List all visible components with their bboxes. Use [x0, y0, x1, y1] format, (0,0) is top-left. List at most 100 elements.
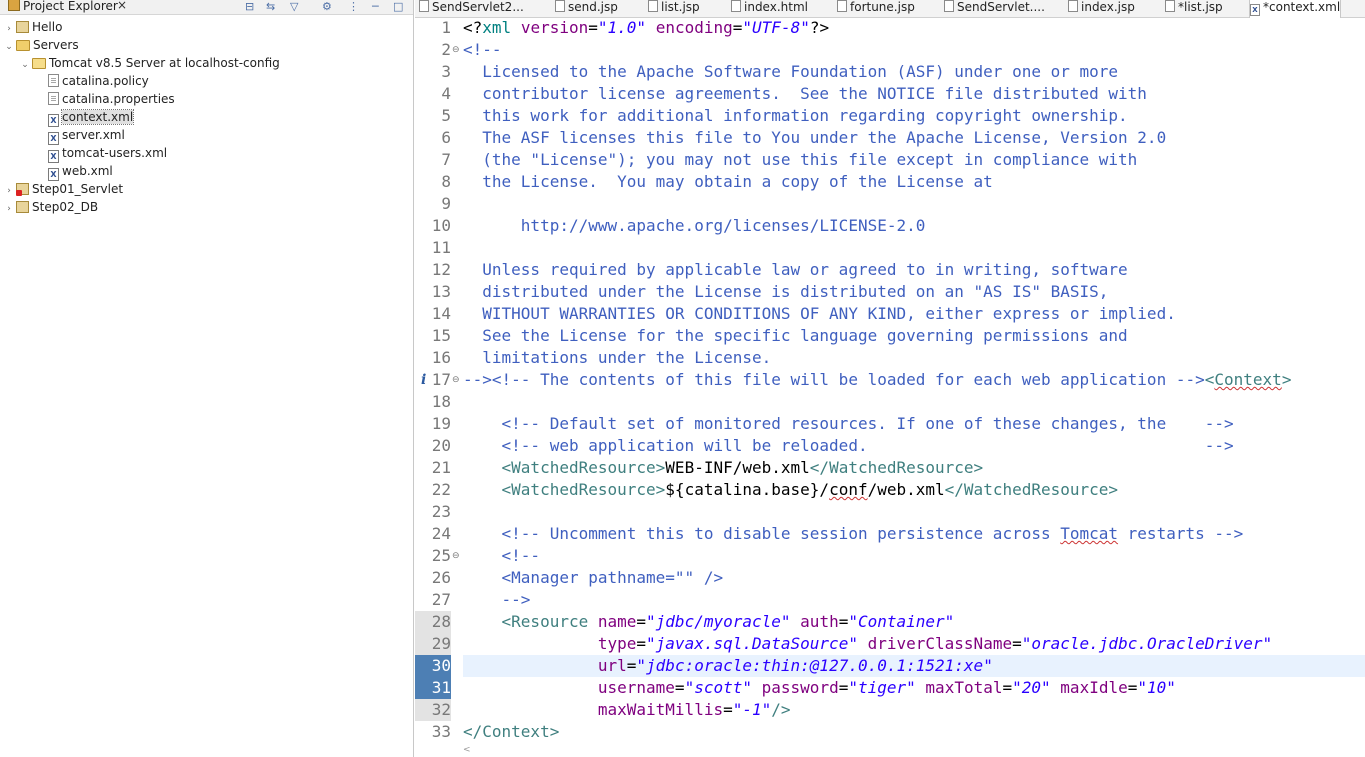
editor-tab[interactable]: send.jsp — [555, 0, 618, 17]
close-icon[interactable]: × — [117, 0, 127, 12]
expanded-chevron-icon[interactable]: ⌄ — [20, 56, 30, 74]
expanded-chevron-icon[interactable]: ⌄ — [4, 38, 14, 56]
code-line[interactable]: <WatchedResource>${catalina.base}/conf/w… — [463, 479, 1119, 501]
code-line[interactable]: distributed under the License is distrib… — [463, 281, 1108, 303]
tree-item[interactable]: › Hello — [4, 18, 62, 36]
code-token: (the "License"); you may not use this fi… — [463, 150, 1138, 169]
editor-tab[interactable]: SendServlet.... — [944, 0, 1045, 17]
line-number: 30 — [415, 655, 451, 677]
tree-item[interactable]: › Step01_Servlet — [4, 180, 123, 198]
code-line[interactable]: <?xml version="1.0" encoding="UTF-8"?> — [463, 17, 829, 39]
editor-tab[interactable]: fortune.jsp — [837, 0, 915, 17]
code-line[interactable]: <!-- web application will be reloaded. -… — [463, 435, 1234, 457]
code-line[interactable]: url="jdbc:oracle:thin:@127.0.0.1:1521:xe… — [463, 655, 993, 677]
editor-tab[interactable]: list.jsp — [648, 0, 700, 17]
tree-item[interactable]: catalina.policy — [36, 72, 149, 90]
line-number: 1 — [441, 18, 451, 37]
code-line[interactable]: limitations under the License. — [463, 347, 771, 369]
horizontal-scrollbar[interactable]: < — [463, 743, 1365, 757]
scroll-left-icon[interactable]: < — [463, 745, 471, 755]
code-line[interactable]: Licensed to the Apache Software Foundati… — [463, 61, 1118, 83]
code-token: The ASF licenses this file to You under … — [463, 128, 1167, 147]
code-line[interactable]: <!-- Default set of monitored resources.… — [463, 413, 1234, 435]
code-line[interactable]: </Context> — [463, 721, 559, 743]
fold-toggle-icon[interactable]: ⊖ — [452, 545, 460, 567]
code-token: this work for additional information reg… — [463, 106, 1128, 125]
code-line[interactable]: <!-- — [463, 545, 541, 567]
code-line[interactable]: Unless required by applicable law or agr… — [463, 259, 1127, 281]
code-line[interactable]: --><!-- The contents of this file will b… — [463, 369, 1291, 391]
collapse-all-icon[interactable]: ⊟ — [245, 0, 254, 13]
jsp-file-icon — [1068, 0, 1078, 12]
editor-tab-label: *context.xml — [1263, 0, 1341, 14]
fold-toggle-icon[interactable]: ⊖ — [452, 39, 460, 61]
line-number: 19 — [431, 414, 451, 433]
folder-icon — [16, 40, 30, 51]
code-line[interactable]: (the "License"); you may not use this fi… — [463, 149, 1137, 171]
xml-file-icon: X — [1250, 4, 1260, 16]
code-area[interactable]: 1 <?xml version="1.0" encoding="UTF-8"?> 2… — [415, 17, 1365, 757]
code-line[interactable]: <!-- Uncomment this to disable session p… — [463, 523, 1244, 545]
editor-tab[interactable]: X *context.xml — [1249, 0, 1342, 18]
code-token: password — [761, 678, 839, 697]
code-line[interactable]: See the License for the specific languag… — [463, 325, 1128, 347]
tree-item[interactable]: ⌄ Tomcat v8.5 Server at localhost-config — [20, 54, 280, 72]
editor-tab[interactable]: index.html — [731, 0, 808, 17]
line-number: 31 — [415, 677, 451, 699]
tree-item[interactable]: ⌄ Servers — [4, 36, 78, 56]
code-line[interactable]: contributor license agreements. See the … — [463, 83, 1147, 105]
tree-item[interactable]: Xtomcat-users.xml — [36, 144, 167, 163]
maximize-icon[interactable]: □ — [393, 0, 403, 13]
code-line[interactable]: <Resource name="jdbc/myoracle" auth="Con… — [463, 611, 955, 633]
tree-item[interactable]: Xserver.xml — [36, 126, 125, 145]
code-token: /web.xml — [867, 480, 945, 499]
editor-tab[interactable]: index.jsp — [1068, 0, 1135, 17]
project-explorer-panel: Project Explorer × ⊟ ⇆ ▽ ⚙ ⋮ ─ □ › Hello ⌄… — [0, 0, 414, 757]
project-explorer-tab[interactable]: Project Explorer × ⊟ ⇆ ▽ ⚙ ⋮ ─ □ — [0, 0, 413, 15]
code-line[interactable]: http://www.apache.org/licenses/LICENSE-2… — [463, 215, 926, 237]
tree-item[interactable]: › Step02_DB — [4, 198, 98, 216]
info-marker-icon[interactable]: i — [421, 369, 426, 391]
code-line[interactable]: this work for additional information reg… — [463, 105, 1128, 127]
code-token: url — [597, 656, 627, 675]
code-line[interactable]: username="scott" password="tiger" maxTot… — [463, 677, 1176, 699]
code-token: See the License for the specific languag… — [463, 326, 1128, 345]
code-line[interactable]: <Manager pathname="" /> — [463, 567, 724, 589]
code-line[interactable]: The ASF licenses this file to You under … — [463, 127, 1166, 149]
code-token: conf — [829, 480, 868, 499]
collapsed-chevron-icon[interactable]: › — [4, 200, 14, 218]
view-menu-icon[interactable]: ⋮ — [348, 0, 359, 13]
editor-tab[interactable]: *list.jsp — [1165, 0, 1223, 17]
tree-item[interactable]: Xweb.xml — [36, 162, 113, 181]
code-line[interactable]: type="javax.sql.DataSource" driverClassN… — [463, 633, 1272, 655]
minimize-icon[interactable]: ─ — [372, 0, 379, 13]
line-number: 24 — [431, 524, 451, 543]
focus-icon[interactable]: ⚙ — [322, 0, 332, 13]
line-number: 23 — [431, 502, 451, 521]
tree-item[interactable]: catalina.properties — [36, 90, 175, 108]
code-token: = — [1002, 678, 1013, 697]
code-line[interactable]: WITHOUT WARRANTIES OR CONDITIONS OF ANY … — [463, 303, 1176, 325]
filter-icon[interactable]: ▽ — [290, 0, 298, 13]
line-number: 3 — [441, 62, 451, 81]
code-token: username — [597, 678, 675, 697]
project-error-icon — [16, 183, 29, 196]
jsp-file-icon — [837, 0, 847, 12]
link-with-editor-icon[interactable]: ⇆ — [266, 0, 275, 13]
editor-tab[interactable]: SendServlet2... — [419, 0, 524, 17]
code-line[interactable]: the License. You may obtain a copy of th… — [463, 171, 993, 193]
code-line[interactable]: <WatchedResource>WEB-INF/web.xml</Watche… — [463, 457, 984, 479]
code-line[interactable]: <!-- — [463, 39, 502, 61]
code-token: = — [723, 700, 733, 719]
code-token: </Context> — [463, 722, 560, 741]
code-line[interactable]: --> — [463, 589, 531, 611]
code-line[interactable]: maxWaitMillis="-1"/> — [463, 699, 791, 721]
code-token: "scott" — [684, 678, 752, 697]
fold-toggle-icon[interactable]: ⊖ — [452, 369, 460, 391]
code-token: "javax.sql.DataSource" — [646, 634, 858, 653]
editor-tab-label: SendServlet.... — [957, 0, 1045, 14]
code-token: "1.0" — [597, 18, 647, 37]
tree-item[interactable]: Xcontext.xml — [36, 108, 135, 127]
